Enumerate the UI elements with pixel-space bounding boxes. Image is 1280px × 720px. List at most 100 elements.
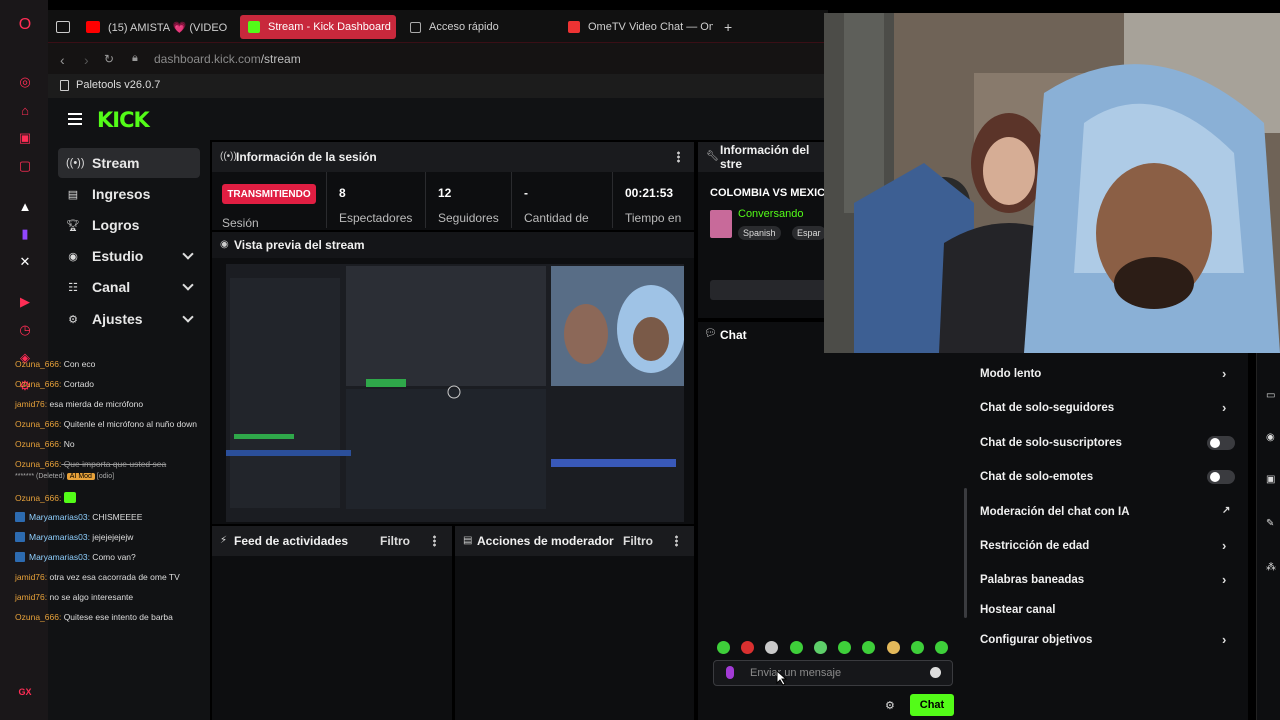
emoji-icon[interactable] bbox=[930, 667, 941, 678]
setting-ai-moderation[interactable]: Moderación del chat con IA bbox=[980, 506, 1130, 518]
arrow-right-icon[interactable]: › bbox=[1222, 572, 1226, 587]
setting-banned-words[interactable]: Palabras baneadas bbox=[980, 574, 1084, 586]
more-options-icon[interactable] bbox=[677, 151, 680, 163]
more-options-icon[interactable] bbox=[433, 535, 436, 547]
arrow-right-icon[interactable]: › bbox=[1222, 366, 1226, 381]
back-icon[interactable]: ‹ bbox=[60, 52, 65, 68]
kick-logo[interactable]: KICK bbox=[97, 108, 150, 132]
arrow-right-icon[interactable]: › bbox=[1222, 538, 1226, 553]
reload-icon[interactable]: ↻ bbox=[104, 52, 114, 66]
external-link-icon[interactable]: ↗ bbox=[1222, 505, 1230, 516]
monitor-icon[interactable]: ▣ bbox=[1266, 474, 1275, 485]
emotes-only-toggle[interactable] bbox=[1207, 470, 1235, 484]
tab-kick-dashboard[interactable]: Stream - Kick Dashboard bbox=[240, 15, 396, 39]
session-label: Sesión bbox=[222, 216, 259, 230]
webcam-video-image bbox=[824, 13, 1280, 353]
chat-message: Ozuna_666: Quitenle el micrófono al nuño… bbox=[15, 419, 197, 429]
emote-icon[interactable] bbox=[887, 641, 900, 654]
emote-icon[interactable] bbox=[935, 641, 948, 654]
ai-mod-badge: AI Mod bbox=[66, 473, 95, 480]
sidebar-messenger-icon[interactable]: ▢ bbox=[17, 158, 33, 174]
emote-icon[interactable] bbox=[814, 641, 827, 654]
chat-message-input[interactable]: Enviar un mensaje bbox=[713, 660, 953, 686]
divider bbox=[326, 172, 327, 228]
emote-icon[interactable] bbox=[765, 641, 778, 654]
arrow-right-icon[interactable]: › bbox=[1222, 632, 1226, 647]
emote-icon[interactable] bbox=[741, 641, 754, 654]
tab-bar: (15) AMISTA 💗 (VIDEO C Stream - Kick Das… bbox=[48, 10, 828, 42]
chat-icon[interactable]: ▭ bbox=[1266, 390, 1275, 401]
chat-title: Chat bbox=[720, 328, 747, 342]
chat-send-button[interactable]: Chat bbox=[910, 694, 954, 716]
subscribers-only-toggle[interactable] bbox=[1207, 436, 1235, 450]
sidebar-ai-icon[interactable]: ◎ bbox=[17, 74, 33, 90]
nav-item-ajustes[interactable]: ⚙ Ajustes bbox=[58, 304, 200, 334]
opera-logo-icon[interactable]: O bbox=[17, 16, 33, 33]
emote-icon[interactable] bbox=[911, 641, 924, 654]
subscriber-badge-icon bbox=[15, 532, 25, 542]
sidebar-shop-icon[interactable]: ⌂ bbox=[17, 102, 33, 118]
chat-settings-gear-icon[interactable]: ⚙ bbox=[885, 699, 895, 712]
setting-followers-only[interactable]: Chat de solo-seguidores bbox=[980, 402, 1114, 414]
url-field[interactable]: dashboard.kick.com/stream bbox=[154, 52, 301, 66]
tab-quick-access[interactable]: Acceso rápido bbox=[410, 15, 560, 39]
right-tool-strip: ▭ ◉ ▣ ✎ ⁂ bbox=[1256, 352, 1280, 720]
divider bbox=[425, 172, 426, 228]
sidebar-twitch-icon[interactable]: ▣ bbox=[17, 130, 33, 146]
grid-icon bbox=[410, 21, 421, 33]
sidebar-twitch2-icon[interactable]: ▮ bbox=[17, 226, 33, 242]
chat-message: Maryamarias03: CHISMEEEE bbox=[15, 512, 142, 522]
emote-icon[interactable] bbox=[862, 641, 875, 654]
nav-item-ingresos[interactable]: ▤ Ingresos bbox=[58, 179, 200, 209]
mouse-cursor-icon bbox=[776, 670, 788, 686]
tab-island-icon[interactable] bbox=[56, 15, 76, 39]
forward-icon[interactable]: › bbox=[84, 52, 89, 68]
nodes-icon[interactable]: ⁂ bbox=[1266, 562, 1276, 573]
microphone-icon[interactable] bbox=[726, 666, 734, 679]
stream-preview-video[interactable] bbox=[226, 264, 684, 522]
nav-item-stream[interactable]: ((•)) Stream bbox=[58, 148, 200, 178]
category-name[interactable]: Conversando bbox=[738, 208, 803, 220]
setting-host-channel[interactable]: Hostear canal bbox=[980, 604, 1055, 616]
mod-actions-panel: ▤ Acciones de moderador Filtro bbox=[455, 526, 694, 720]
emote-icon[interactable] bbox=[838, 641, 851, 654]
menu-icon[interactable] bbox=[68, 113, 82, 125]
new-tab-button[interactable]: + bbox=[724, 15, 732, 39]
setting-goals[interactable]: Configurar objetivos bbox=[980, 634, 1092, 646]
broadcast-icon[interactable]: ◉ bbox=[1266, 432, 1275, 443]
emote-icon[interactable] bbox=[790, 641, 803, 654]
bookmark-paletools[interactable]: Paletools v26.0.7 bbox=[76, 79, 160, 91]
sidebar-player-icon[interactable]: ▶ bbox=[17, 294, 33, 310]
setting-slow-mode[interactable]: Modo lento bbox=[980, 368, 1041, 380]
feed-filter-button[interactable]: Filtro bbox=[380, 534, 410, 548]
setting-subscribers-only[interactable]: Chat de solo-suscriptores bbox=[980, 437, 1122, 449]
setting-emotes-only[interactable]: Chat de solo-emotes bbox=[980, 471, 1093, 483]
chat-settings-panel: Modo lento Chat de solo-seguidores Chat … bbox=[968, 352, 1248, 720]
tab-ometv[interactable]: OmeTV Video Chat — Om bbox=[568, 15, 713, 39]
chat-message: Ozuna_666: No bbox=[15, 439, 75, 449]
chat-message: Ozuna_666: bbox=[15, 492, 76, 503]
chat-message: jamid76: esa mierda de micrófono bbox=[15, 399, 144, 409]
more-options-icon[interactable] bbox=[675, 535, 678, 547]
arrow-right-icon[interactable]: › bbox=[1222, 400, 1226, 415]
nav-item-canal[interactable]: ☷ Canal bbox=[58, 272, 200, 302]
mod-filter-button[interactable]: Filtro bbox=[623, 534, 653, 548]
tag-spanish[interactable]: Spanish bbox=[738, 226, 781, 240]
nav-item-estudio[interactable]: ◉ Estudio bbox=[58, 241, 200, 271]
chevron-down-icon bbox=[182, 311, 194, 323]
wrench-icon[interactable]: ✎ bbox=[1266, 518, 1274, 529]
activity-feed-panel: ⚡︎ Feed de actividades Filtro bbox=[212, 526, 452, 720]
edit-stream-button[interactable] bbox=[710, 280, 828, 300]
chat-scrollbar[interactable] bbox=[964, 488, 967, 618]
sidebar-app-icon[interactable]: ▲ bbox=[17, 198, 33, 214]
sidebar-x-icon[interactable]: ✕ bbox=[17, 254, 33, 270]
gx-icon[interactable]: GX bbox=[17, 684, 33, 700]
tag-espanol[interactable]: Espar bbox=[792, 226, 826, 240]
setting-age-restriction[interactable]: Restricción de edad bbox=[980, 540, 1089, 552]
emote-icon[interactable] bbox=[717, 641, 730, 654]
tab-youtube[interactable]: (15) AMISTA 💗 (VIDEO C bbox=[86, 15, 228, 39]
studio-icon: ◉ bbox=[68, 250, 78, 263]
uptime-label: Tiempo en bbox=[625, 211, 682, 225]
nav-item-logros[interactable]: 🏆︎ Logros bbox=[58, 210, 200, 240]
sidebar-history-icon[interactable]: ◷ bbox=[17, 322, 33, 338]
